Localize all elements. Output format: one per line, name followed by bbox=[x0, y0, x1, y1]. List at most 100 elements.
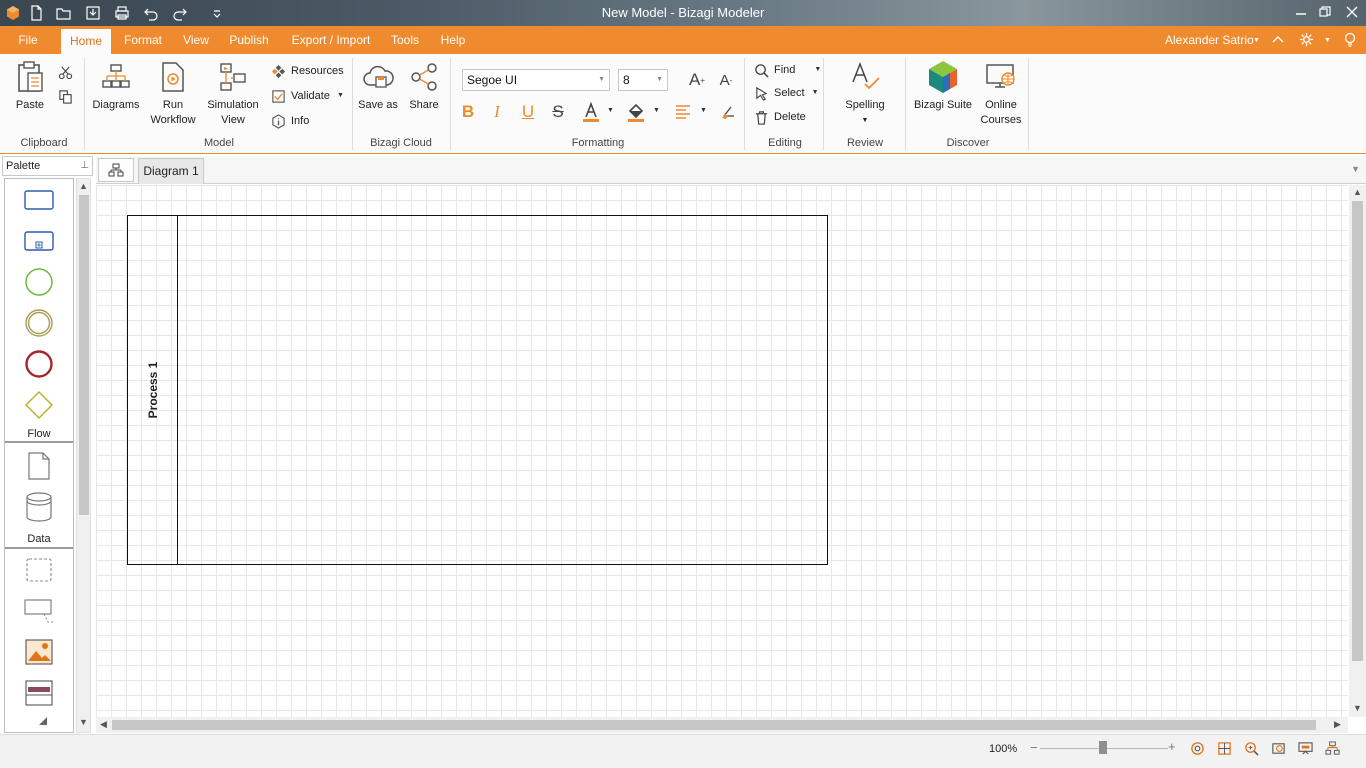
scroll-right-icon[interactable]: ▶ bbox=[1334, 719, 1341, 730]
save-as-button[interactable]: Save as bbox=[356, 60, 400, 113]
editing-group-label: Editing bbox=[768, 137, 802, 149]
process-map-tab[interactable] bbox=[98, 158, 134, 182]
data-store-shape[interactable] bbox=[22, 490, 56, 524]
cloud-save-icon bbox=[361, 60, 395, 94]
tab-list-dropdown-icon[interactable]: ▼ bbox=[1351, 164, 1360, 174]
run-workflow-button[interactable]: Run Workflow bbox=[146, 60, 200, 128]
save-icon[interactable] bbox=[82, 3, 104, 23]
task-shape[interactable] bbox=[22, 183, 56, 217]
shrink-font-icon[interactable]: A- bbox=[715, 69, 737, 91]
horizontal-scroll-thumb[interactable] bbox=[112, 720, 1316, 730]
fill-color-icon[interactable] bbox=[625, 101, 647, 123]
undo-icon[interactable] bbox=[140, 3, 162, 23]
menu-help[interactable]: Help bbox=[434, 26, 472, 54]
pool-header[interactable]: Process 1 bbox=[128, 216, 178, 564]
grow-font-icon[interactable]: A + bbox=[686, 69, 708, 91]
zoom-in-icon[interactable]: + bbox=[1168, 739, 1176, 754]
start-event-shape[interactable] bbox=[22, 265, 56, 299]
paste-button[interactable]: Paste bbox=[8, 60, 52, 113]
ribbon-home: Paste Clipboard Diagrams Run Workflow Si… bbox=[0, 54, 1366, 154]
overview-map-icon[interactable] bbox=[1324, 740, 1340, 756]
scroll-up-icon[interactable]: ▲ bbox=[79, 181, 88, 191]
canvas-vertical-scrollbar[interactable]: ▲ ▼ bbox=[1349, 185, 1366, 717]
group-shape[interactable] bbox=[22, 553, 56, 587]
pin-icon[interactable]: ⊥ bbox=[80, 157, 89, 175]
intermediate-event-shape[interactable] bbox=[22, 306, 56, 340]
menu-format[interactable]: Format bbox=[118, 26, 168, 54]
scroll-down-icon[interactable]: ▼ bbox=[1353, 703, 1362, 713]
cut-button[interactable] bbox=[58, 62, 73, 82]
new-file-icon[interactable] bbox=[25, 3, 47, 23]
resources-button[interactable]: Resources bbox=[271, 61, 344, 81]
share-button[interactable]: Share bbox=[404, 60, 444, 113]
tab-diagram-1[interactable]: Diagram 1 bbox=[138, 158, 204, 184]
scroll-up-icon[interactable]: ▲ bbox=[1353, 187, 1362, 197]
align-dropdown-icon[interactable]: ▼ bbox=[700, 107, 707, 114]
restore-button[interactable] bbox=[1311, 2, 1339, 22]
delete-button[interactable]: Delete bbox=[754, 107, 806, 127]
simulation-view-button[interactable]: Simulation View bbox=[203, 60, 263, 128]
presentation-mode-icon[interactable] bbox=[1297, 740, 1313, 756]
vertical-scroll-thumb[interactable] bbox=[1352, 201, 1363, 661]
redo-icon[interactable] bbox=[169, 3, 191, 23]
copy-button[interactable] bbox=[58, 86, 73, 106]
menu-file[interactable]: File bbox=[8, 26, 48, 54]
print-icon[interactable] bbox=[111, 3, 133, 23]
text-annotation-shape[interactable] bbox=[22, 594, 56, 628]
menu-export-import[interactable]: Export / Import bbox=[284, 26, 378, 54]
palette-header[interactable]: Palette ⊥ bbox=[2, 156, 93, 176]
spelling-button[interactable]: Spelling ▼ bbox=[838, 60, 892, 128]
settings-gear-icon[interactable] bbox=[1299, 32, 1314, 50]
collapse-ribbon-icon[interactable] bbox=[1271, 32, 1285, 49]
underline-icon[interactable]: U bbox=[517, 101, 539, 123]
italic-icon[interactable]: I bbox=[486, 101, 508, 123]
close-button[interactable] bbox=[1338, 2, 1366, 22]
user-dropdown-icon[interactable]: ▼ bbox=[1253, 37, 1260, 44]
subprocess-shape[interactable] bbox=[22, 224, 56, 258]
settings-dropdown-icon[interactable]: ▼ bbox=[1324, 37, 1331, 44]
palette-scrollbar[interactable]: ▲ ▼ bbox=[76, 178, 91, 733]
menu-view[interactable]: View bbox=[178, 26, 214, 54]
scroll-left-icon[interactable]: ◀ bbox=[100, 719, 107, 730]
user-name[interactable]: Alexander Satrio bbox=[1165, 26, 1254, 54]
customize-toolbar-icon[interactable] bbox=[206, 3, 228, 23]
palette-scroll-thumb[interactable] bbox=[79, 195, 89, 515]
bold-icon[interactable]: B bbox=[457, 101, 479, 123]
find-button[interactable]: Find ▼ bbox=[754, 60, 821, 80]
open-folder-icon[interactable] bbox=[53, 3, 75, 23]
validate-button[interactable]: Validate ▼ bbox=[271, 86, 344, 106]
select-button[interactable]: Select ▼ bbox=[754, 83, 819, 103]
font-family-select[interactable]: Segoe UI ▼ bbox=[462, 69, 610, 91]
process-pool[interactable]: Process 1 bbox=[127, 215, 828, 565]
zoom-selection-icon[interactable] bbox=[1270, 740, 1286, 756]
font-size-select[interactable]: 8 ▼ bbox=[618, 69, 668, 91]
align-icon[interactable] bbox=[672, 101, 694, 123]
canvas-horizontal-scrollbar[interactable]: ◀ ▶ bbox=[96, 717, 1348, 733]
online-courses-button[interactable]: Online Courses bbox=[976, 60, 1026, 128]
clear-format-icon[interactable] bbox=[717, 101, 739, 123]
data-object-shape[interactable] bbox=[22, 449, 56, 483]
gateway-shape[interactable] bbox=[22, 388, 56, 422]
zoom-actual-size-icon[interactable] bbox=[1189, 740, 1205, 756]
zoom-slider-thumb[interactable] bbox=[1099, 741, 1107, 754]
menu-publish[interactable]: Publish bbox=[224, 26, 274, 54]
font-color-dropdown-icon[interactable]: ▼ bbox=[607, 107, 614, 114]
zoom-out-icon[interactable]: − bbox=[1030, 740, 1038, 755]
fill-color-dropdown-icon[interactable]: ▼ bbox=[653, 107, 660, 114]
image-shape[interactable] bbox=[22, 635, 56, 669]
lightbulb-icon[interactable] bbox=[1343, 32, 1357, 51]
scroll-down-icon[interactable]: ▼ bbox=[79, 717, 88, 727]
palette-more-icon[interactable] bbox=[39, 717, 47, 725]
fit-page-icon[interactable] bbox=[1216, 740, 1232, 756]
zoom-magnifier-icon[interactable] bbox=[1243, 740, 1259, 756]
font-color-icon[interactable] bbox=[580, 101, 602, 123]
end-event-shape[interactable] bbox=[22, 347, 56, 381]
strikethrough-icon[interactable]: S bbox=[547, 101, 569, 123]
menu-tools[interactable]: Tools bbox=[384, 26, 426, 54]
header-shape[interactable] bbox=[22, 676, 56, 710]
diagram-canvas[interactable]: Process 1 bbox=[96, 185, 1348, 717]
diagrams-button[interactable]: Diagrams bbox=[90, 60, 142, 113]
menu-home[interactable]: Home bbox=[61, 29, 111, 54]
info-button[interactable]: Info bbox=[271, 111, 309, 131]
bizagi-suite-button[interactable]: Bizagi Suite bbox=[911, 60, 975, 113]
